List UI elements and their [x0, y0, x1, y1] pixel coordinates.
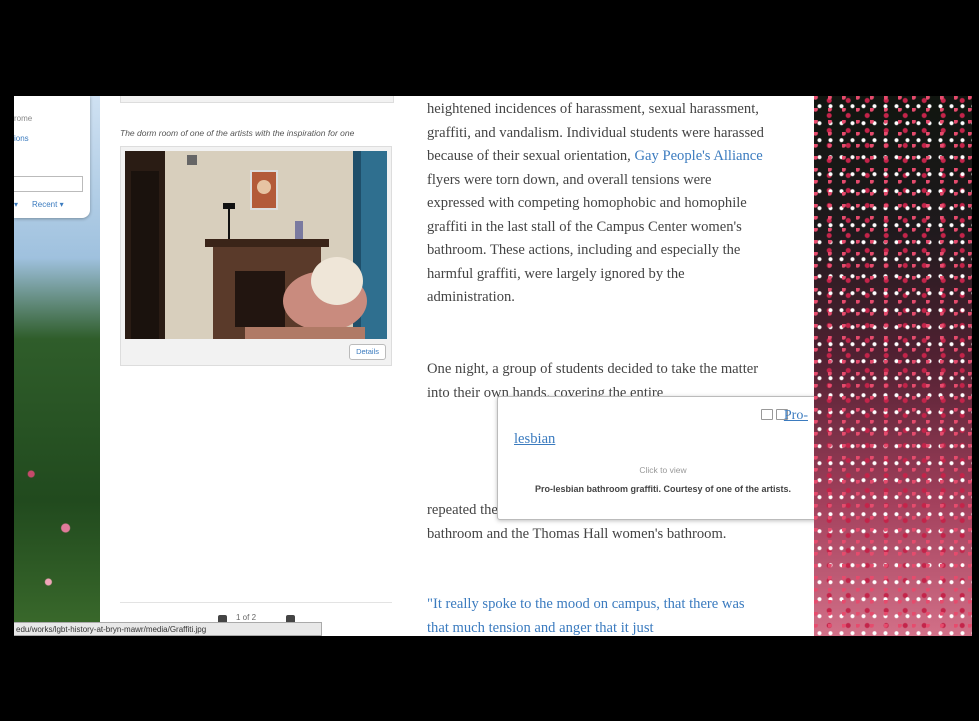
sidebar-widget: rome ions ▾ Recent ▾: [14, 96, 90, 218]
media-card-previous: [120, 96, 394, 103]
recent-dropdown[interactable]: Recent ▾: [32, 200, 64, 209]
article-text: flyers were torn down, and overall tensi…: [427, 171, 747, 306]
details-button[interactable]: Details: [349, 344, 386, 360]
page-count: 1 of 2: [236, 613, 257, 622]
article-pull-quote: "It really spoke to the mood on campus, …: [427, 596, 745, 636]
media-caption: The dorm room of one of the artists with…: [120, 128, 355, 138]
image-icon[interactable]: [761, 409, 773, 420]
media-card: Details: [120, 146, 392, 366]
click-to-view-hint: Click to view: [639, 465, 687, 475]
gay-peoples-alliance-link[interactable]: Gay People's Alliance: [634, 148, 762, 164]
popup-description: Pro-lesbian bathroom graffiti. Courtesy …: [534, 484, 792, 494]
pro-lesbian-link-continued[interactable]: lesbian: [514, 431, 555, 448]
chevron-down-icon[interactable]: ▾: [14, 200, 18, 209]
media-column: The dorm room of one of the artists with…: [120, 96, 394, 636]
browser-viewport: rome ions ▾ Recent ▾ The dorm room of on…: [14, 96, 972, 636]
pro-lesbian-link[interactable]: Pro-: [784, 408, 808, 424]
sidebar-link[interactable]: ions: [14, 134, 29, 143]
background-confetti-photo: [814, 96, 972, 636]
sidebar-text: rome: [14, 114, 33, 123]
dorm-room-photo-image: [125, 151, 387, 339]
media-preview-popup[interactable]: Pro- lesbian Click to view Pro-lesbian b…: [497, 396, 829, 520]
dorm-room-photo[interactable]: [125, 151, 387, 339]
sidebar-search-input[interactable]: [14, 176, 83, 192]
article-paragraph: heightened incidences of harassment, sex…: [427, 98, 767, 310]
content-page: The dorm room of one of the artists with…: [100, 96, 864, 636]
browser-status-bar-url: edu/works/lgbt-history-at-bryn-mawr/medi…: [14, 622, 322, 636]
